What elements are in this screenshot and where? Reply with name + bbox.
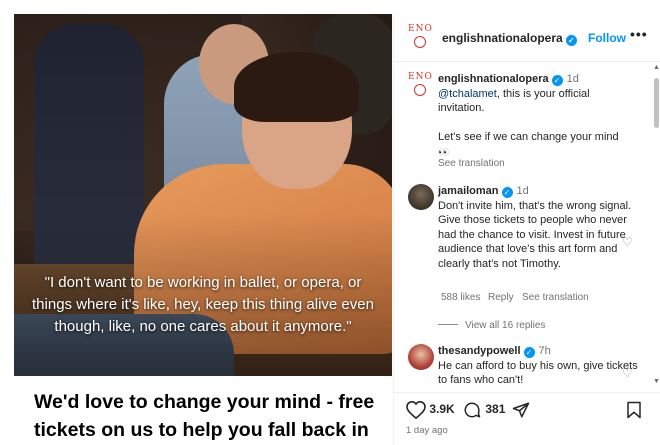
heart-icon[interactable] <box>406 400 426 420</box>
like-comment-heart-icon[interactable]: ♡ <box>622 235 633 249</box>
logo-text: ENO <box>408 72 433 82</box>
view-replies-label[interactable]: View all 16 replies <box>465 320 545 331</box>
image-caption-quote: "I don't want to be working in ballet, o… <box>32 274 374 335</box>
caption-time: 1d <box>566 73 579 85</box>
like-comment-heart-icon[interactable]: ♡ <box>622 366 633 380</box>
comment-avatar-jamailoman[interactable] <box>408 184 434 210</box>
comment-see-translation[interactable]: See translation <box>522 292 589 303</box>
caption-comment: englishnationalopera ✓ 1d @tchalamet, this… <box>438 72 638 159</box>
comments-count: 381 <box>485 402 506 417</box>
like-button[interactable]: 3.9K <box>406 400 455 420</box>
verified-badge-icon: ✓ <box>501 187 513 198</box>
verified-badge-icon: ✓ <box>523 347 535 358</box>
view-replies-button[interactable]: View all 16 replies <box>438 320 618 331</box>
post-headline: We'd love to change your mind - free tic… <box>34 391 375 441</box>
reply-button[interactable]: Reply <box>488 292 514 303</box>
comment-icon[interactable] <box>462 401 482 419</box>
scrollbar-thumb[interactable] <box>654 78 659 128</box>
post-date: 1 day ago <box>406 425 448 436</box>
eno-logo-avatar[interactable]: ENO <box>408 24 432 52</box>
logo-text: ENO <box>408 24 433 34</box>
likes-count: 3.9K <box>429 402 455 417</box>
logo-ring <box>414 84 426 96</box>
scroll-down-arrow-icon[interactable]: ▼ <box>653 378 660 385</box>
header-username[interactable]: englishnationalopera ✓ <box>442 31 577 46</box>
comments-scrollbar[interactable]: ▲ ▼ <box>652 62 660 392</box>
more-options-icon[interactable]: ••• <box>630 26 648 42</box>
comment-username[interactable]: jamailoman <box>438 185 499 197</box>
header-username-text[interactable]: englishnationalopera <box>442 31 563 45</box>
post-header: ENO englishnationalopera ✓ Follow ••• <box>394 14 660 62</box>
caption-username[interactable]: englishnationalopera <box>438 73 549 85</box>
comment-username[interactable]: thesandypowell <box>438 345 521 357</box>
follow-button[interactable]: Follow <box>588 31 626 45</box>
comment-likes[interactable]: 588 likes <box>441 292 480 303</box>
scroll-up-arrow-icon[interactable]: ▲ <box>653 64 660 71</box>
save-button[interactable] <box>626 401 642 419</box>
comments-panel: ENO englishnationalopera ✓ Follow ••• ENO… <box>393 14 660 445</box>
comment-avatar-thesandypowell[interactable] <box>408 344 434 370</box>
comment-button[interactable]: 381 <box>462 401 505 419</box>
instagram-post-view: "I don't want to be working in ballet, o… <box>0 0 660 445</box>
mention-link[interactable]: @tchalamet <box>438 88 497 100</box>
caption-avatar[interactable]: ENO <box>408 72 432 100</box>
share-button[interactable] <box>511 401 531 419</box>
caption-text-part2: Let's see if we can change your mind <box>438 131 619 143</box>
eyes-emoji: 👀 <box>438 146 450 157</box>
comments-list[interactable]: ENO englishnationalopera ✓ 1d @tchalamet, … <box>394 62 651 392</box>
post-image[interactable]: "I don't want to be working in ballet, o… <box>14 14 392 376</box>
comment-time: 1d <box>516 185 529 197</box>
share-send-icon[interactable] <box>511 401 531 419</box>
logo-ring <box>414 36 426 48</box>
verified-badge-icon: ✓ <box>565 35 577 46</box>
verified-badge-icon: ✓ <box>551 75 563 86</box>
post-actions-bar: 3.9K 381 1 day ago <box>394 392 660 445</box>
comment-text: He can afford to buy his own, give ticke… <box>438 359 638 387</box>
replies-divider <box>438 324 458 325</box>
bookmark-icon[interactable] <box>626 401 642 419</box>
comment-text: Don't invite him, that's the wrong signa… <box>438 199 632 270</box>
comment-jamailoman: jamailoman ✓ 1d Don't invite him, that's t… <box>438 184 638 271</box>
comment-time: 7h <box>538 345 551 357</box>
comment-thesandypowell: thesandypowell ✓ 7h He can afford to buy h… <box>438 344 638 388</box>
caption-see-translation[interactable]: See translation <box>438 158 505 169</box>
